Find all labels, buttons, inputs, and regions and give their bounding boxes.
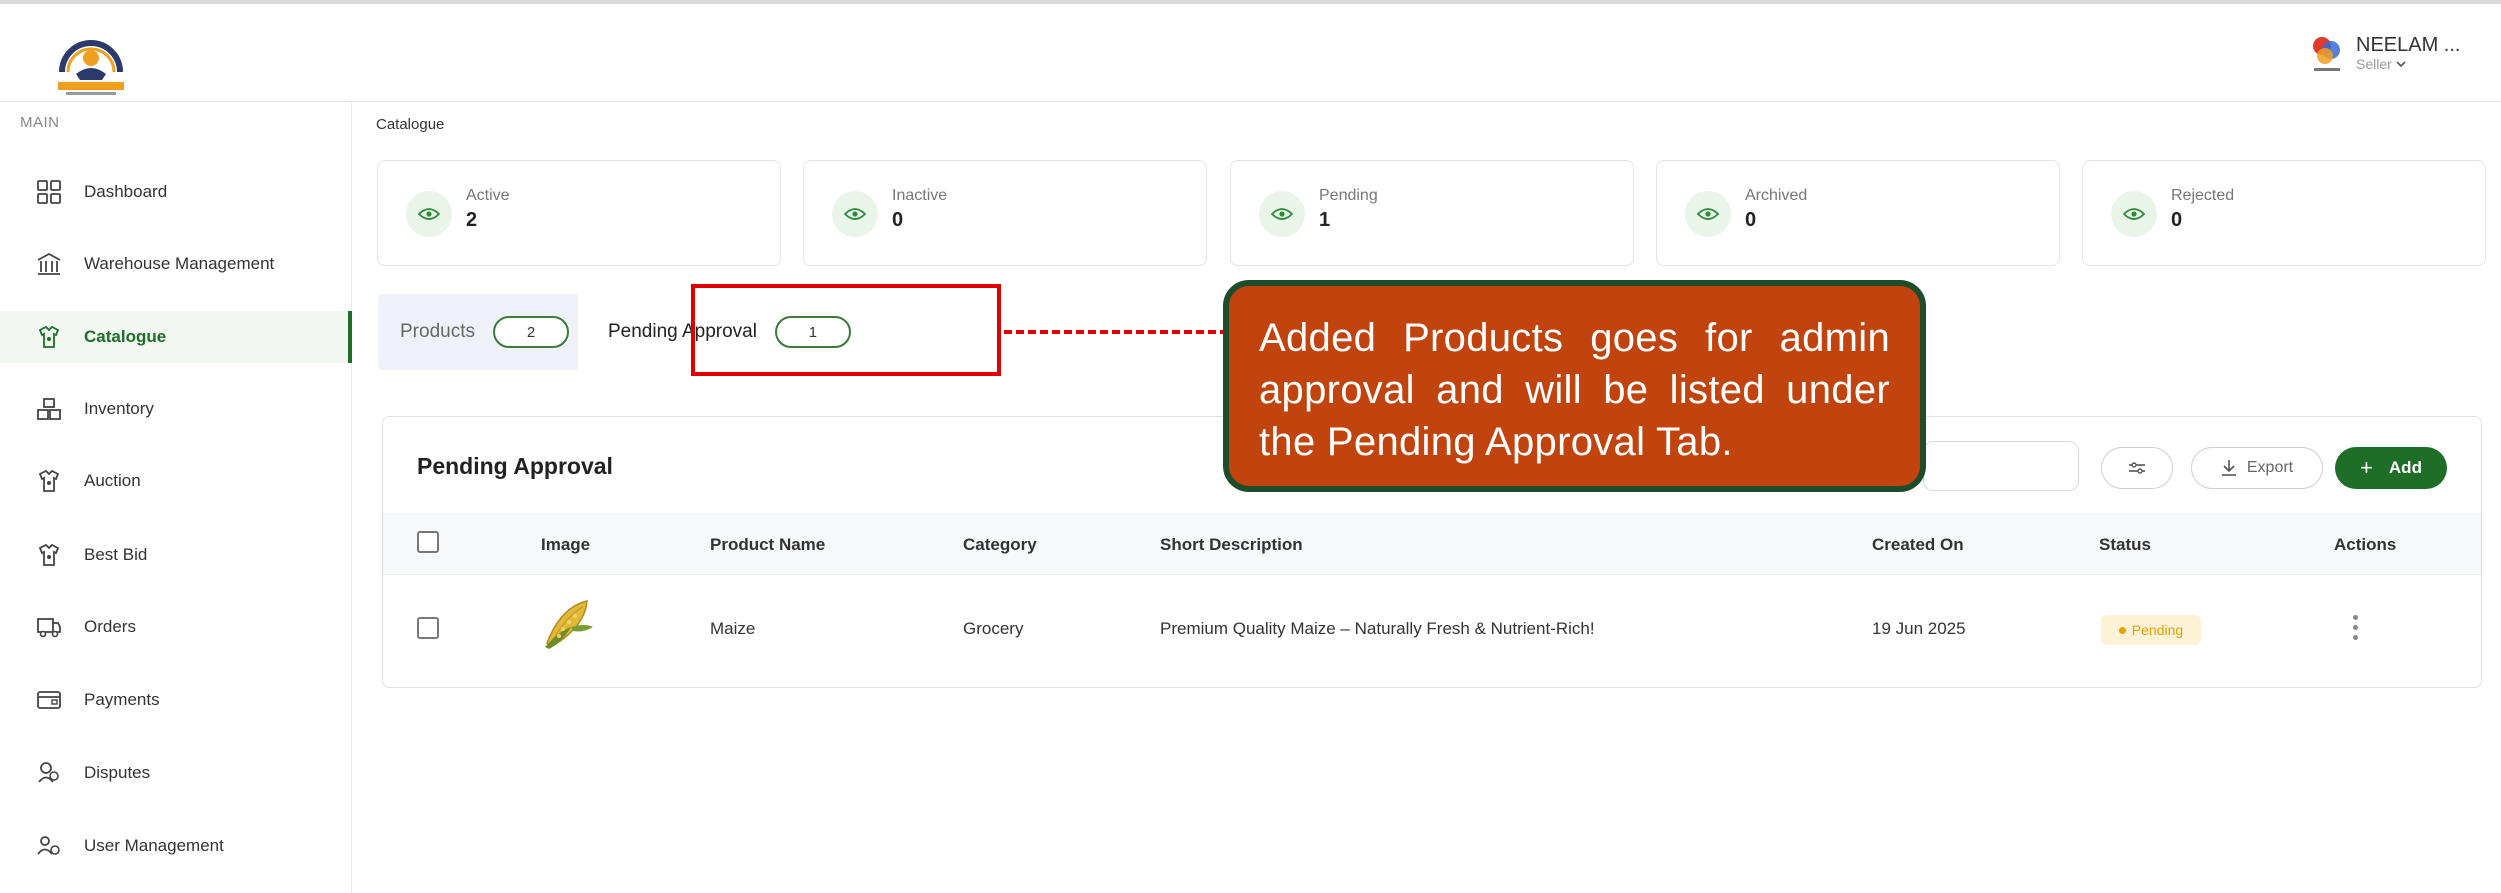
- stat-label: Pending: [1319, 187, 1378, 204]
- stat-label: Rejected: [2171, 187, 2235, 204]
- add-label: Add: [2388, 458, 2422, 477]
- status-dot-icon: [2118, 626, 2126, 634]
- stat-value: 0: [2171, 209, 2183, 231]
- grid-icon: [37, 180, 61, 204]
- orders-icon: [37, 618, 61, 638]
- payments-icon: [37, 691, 61, 709]
- stat-value: 0: [892, 209, 904, 231]
- breadcrumb: Catalogue: [376, 116, 445, 133]
- disputes-icon: [38, 762, 59, 783]
- stat-card-inactive[interactable]: Inactive 0: [803, 160, 1207, 266]
- sidebar-section-label: MAIN: [20, 114, 60, 131]
- sidebar-item-label: Dashboard: [84, 182, 168, 201]
- eye-icon: [2111, 191, 2157, 237]
- sidebar-item-orders[interactable]: Orders: [0, 601, 352, 653]
- stat-card-pending[interactable]: Pending 1: [1230, 160, 1634, 266]
- callout-connector: [1004, 330, 1228, 334]
- status-label: Pending: [2131, 622, 2184, 638]
- sidebar-item-label: Warehouse Management: [84, 254, 275, 273]
- user-role: Seller: [2356, 56, 2460, 72]
- export-button[interactable]: Export: [2191, 447, 2323, 489]
- stat-label: Inactive: [892, 187, 948, 204]
- stat-card-active[interactable]: Active 2: [377, 160, 781, 266]
- sidebar-item-warehouse[interactable]: Warehouse Management: [0, 238, 352, 290]
- sidebar-item-label: Disputes: [84, 763, 151, 782]
- sidebar-item-catalogue[interactable]: Catalogue: [0, 311, 352, 363]
- row-checkbox[interactable]: [417, 617, 439, 639]
- callout-annotation: Added Products goes for admin approval a…: [1223, 280, 1926, 492]
- product-description: Premium Quality Maize – Naturally Fresh …: [1160, 619, 1595, 638]
- sidebar-item-dashboard[interactable]: Dashboard: [0, 166, 352, 218]
- sidebar-item-label: User Management: [84, 836, 224, 855]
- best-bid-icon: [38, 543, 60, 566]
- product-created-on: 19 Jun 2025: [1872, 619, 1966, 638]
- catalogue-icon: [38, 325, 60, 348]
- col-created-on: Created On: [1872, 535, 1964, 554]
- filter-button[interactable]: [2101, 447, 2173, 489]
- product-name: Maize: [710, 619, 756, 638]
- card-title: Pending Approval: [417, 453, 613, 479]
- stat-value: 0: [1745, 209, 1757, 231]
- user-role-label: Seller: [2356, 56, 2392, 72]
- table-header: Image Product Name Category Short Descri…: [383, 513, 2481, 575]
- chevron-down-icon: [2396, 61, 2406, 68]
- user-menu[interactable]: NEELAM ... Seller: [2310, 34, 2460, 74]
- sidebar-item-payments[interactable]: Payments: [0, 674, 352, 726]
- status-badge: Pending: [2101, 615, 2201, 645]
- plus-icon: +: [2360, 455, 2373, 480]
- stat-label: Active: [466, 187, 510, 204]
- user-avatar-icon: [2313, 37, 2340, 71]
- tab-highlight-box: [691, 284, 1001, 376]
- sidebar-item-label: Payments: [84, 690, 160, 709]
- export-label: Export: [2246, 459, 2294, 476]
- add-button[interactable]: + Add: [2335, 447, 2447, 489]
- warehouse-icon: [37, 252, 61, 275]
- sidebar-item-auction[interactable]: Auction: [0, 455, 352, 507]
- col-status: Status: [2099, 535, 2151, 554]
- sidebar-item-label: Inventory: [84, 399, 154, 418]
- col-actions: Actions: [2334, 535, 2397, 554]
- stat-card-rejected[interactable]: Rejected 0: [2082, 160, 2486, 266]
- sidebar-item-label: Best Bid: [84, 545, 148, 564]
- brand-logo[interactable]: [44, 24, 138, 102]
- auction-icon: [38, 469, 60, 492]
- sliders-icon: [2129, 462, 2145, 474]
- tab-label: Products: [400, 321, 475, 342]
- download-icon: [2221, 460, 2236, 476]
- col-product-name: Product Name: [710, 535, 826, 554]
- eye-icon: [832, 191, 878, 237]
- col-short-description: Short Description: [1160, 535, 1303, 554]
- sidebar-item-best-bid[interactable]: Best Bid: [0, 529, 352, 581]
- stat-card-archived[interactable]: Archived 0: [1656, 160, 2060, 266]
- users-icon: [37, 836, 60, 855]
- sidebar-item-label: Orders: [84, 617, 136, 636]
- eye-icon: [1685, 191, 1731, 237]
- sidebar-item-user-management[interactable]: User Management: [0, 820, 352, 872]
- search-input[interactable]: [1923, 441, 2079, 491]
- col-image: Image: [541, 535, 591, 554]
- tab-count-badge: 2: [492, 316, 569, 348]
- product-image: [541, 597, 597, 651]
- stat-value: 2: [466, 209, 478, 231]
- col-category: Category: [963, 535, 1037, 554]
- select-all-checkbox[interactable]: [417, 531, 439, 553]
- sidebar-item-label: Auction: [84, 471, 141, 490]
- sidebar-item-disputes[interactable]: Disputes: [0, 747, 352, 799]
- tab-products[interactable]: Products 2: [400, 294, 569, 370]
- user-name: NEELAM ...: [2356, 34, 2461, 56]
- eye-icon: [1259, 191, 1305, 237]
- stat-label: Archived: [1745, 187, 1808, 204]
- sidebar-item-inventory[interactable]: Inventory: [0, 383, 352, 435]
- stat-value: 1: [1319, 209, 1331, 231]
- product-category: Grocery: [963, 619, 1024, 638]
- inventory-icon: [37, 398, 61, 420]
- more-actions-icon[interactable]: [2353, 615, 2358, 640]
- top-bar: NEELAM ... Seller: [0, 0, 2501, 102]
- eye-icon: [406, 191, 452, 237]
- sidebar-item-label: Catalogue: [84, 327, 167, 346]
